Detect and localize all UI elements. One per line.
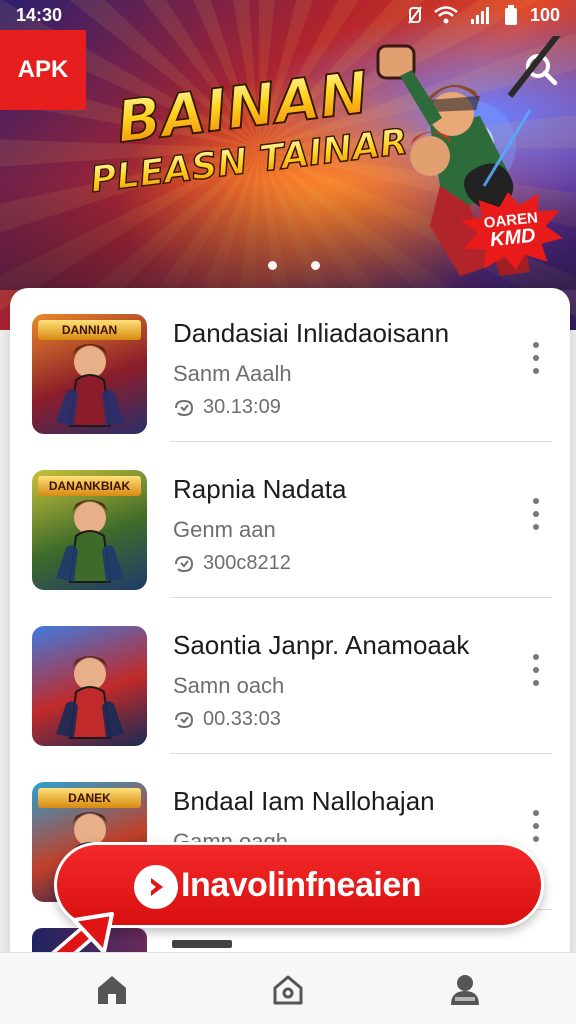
app-subtitle: Samn oach xyxy=(173,673,285,698)
app-meta-value: 30.13:09 xyxy=(203,396,281,418)
thumbnail-title: DANEK xyxy=(38,788,141,808)
battery-icon xyxy=(504,5,517,25)
app-title[interactable]: Dandasiai Inliadaoisann xyxy=(173,318,449,349)
carousel-dot[interactable] xyxy=(268,261,277,270)
burst-line2: KMD xyxy=(488,225,537,252)
app-subtitle: Genm aan xyxy=(173,517,276,542)
more-options-icon[interactable] xyxy=(528,806,544,846)
play-icon xyxy=(134,865,178,909)
app-title[interactable]: Saontia Janpr. Anamoaak xyxy=(173,630,469,661)
app-meta: 30.13:09 xyxy=(173,396,281,419)
app-thumbnail[interactable]: DANANKBIAK xyxy=(32,470,147,590)
bottom-navigation xyxy=(0,952,576,1024)
install-action-label: Inavolinfneaien xyxy=(181,865,422,904)
profile-icon[interactable] xyxy=(447,971,483,1007)
app-subtitle: Sanm Aaalh xyxy=(173,361,292,386)
partial-app-title xyxy=(172,940,232,948)
app-meta: 300c8212 xyxy=(173,552,291,575)
app-thumbnail[interactable]: DANNIAN xyxy=(32,314,147,434)
hero-banner[interactable]: 14:30 100 APK BAINAN PLEASN TAINAR OAREN… xyxy=(0,0,576,330)
carousel-dot[interactable] xyxy=(311,261,320,270)
signal-icon xyxy=(470,7,489,24)
more-options-icon[interactable] xyxy=(528,494,544,534)
app-title[interactable]: Bndaal Iam Nallohajan xyxy=(173,786,435,817)
download-count-icon xyxy=(175,555,194,572)
app-thumbnail[interactable] xyxy=(32,626,147,746)
status-bar: 14:30 100 xyxy=(0,0,576,30)
thumbnail-art xyxy=(56,656,124,739)
battery-level: 100 xyxy=(529,4,560,25)
app-title[interactable]: Rapnia Nadata xyxy=(173,474,346,505)
row-divider xyxy=(170,597,552,598)
app-meta: 00.33:03 xyxy=(173,708,281,731)
thumbnail-title: DANNIAN xyxy=(38,320,141,340)
more-options-icon[interactable] xyxy=(528,338,544,378)
more-options-icon[interactable] xyxy=(528,650,544,690)
row-divider xyxy=(170,753,552,754)
list-item[interactable]: DANANKBIAK Rapnia Nadata Genm aan 300c82… xyxy=(10,444,570,598)
status-icons: 100 xyxy=(408,5,560,26)
download-count-icon xyxy=(175,399,194,416)
home-icon[interactable] xyxy=(94,971,130,1007)
list-item[interactable]: Saontia Janpr. Anamoaak Samn oach 00.33:… xyxy=(10,600,570,754)
wifi-icon xyxy=(434,6,458,24)
home-outline-icon[interactable] xyxy=(270,971,306,1007)
row-divider xyxy=(170,441,552,442)
status-time: 14:30 xyxy=(16,4,63,25)
thumbnail-title: DANANKBIAK xyxy=(38,476,141,496)
app-meta-value: 300c8212 xyxy=(203,552,291,574)
apk-badge: APK xyxy=(0,30,86,110)
list-item[interactable]: DANNIAN Dandasiai Inliadaoisann Sanm Aaa… xyxy=(10,288,570,442)
silent-icon xyxy=(408,6,422,24)
download-count-icon xyxy=(175,711,194,728)
app-meta-value: 00.33:03 xyxy=(203,708,281,730)
install-action-button[interactable]: Inavolinfneaien xyxy=(54,842,544,928)
carousel-indicator xyxy=(268,261,320,270)
